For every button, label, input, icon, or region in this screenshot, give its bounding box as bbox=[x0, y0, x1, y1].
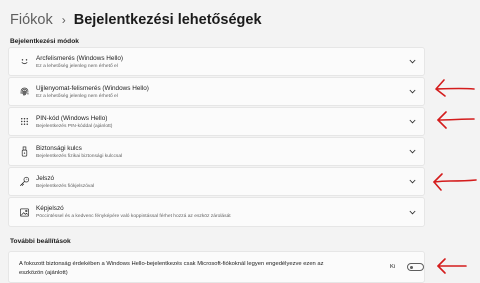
pin-row[interactable]: PIN-kód (Windows Hello) Bejelentkezés PI… bbox=[8, 107, 425, 136]
security-key-subtitle: Bejelentkezés fizikai biztonsági kulccsa… bbox=[36, 154, 123, 159]
security-key-row[interactable]: Biztonsági kulcs Bejelentkezés fizikai b… bbox=[8, 137, 425, 166]
face-recognition-row[interactable]: Arcfelismerés (Windows Hello) Ez a lehet… bbox=[8, 47, 425, 76]
picture-password-subtitle: Pöccintéssel és a kedvenc fényképére val… bbox=[36, 214, 231, 219]
toggle-state-label: Ki bbox=[390, 264, 396, 270]
key-icon bbox=[19, 176, 30, 187]
password-subtitle: Bejelentkezés fiókjelszóval bbox=[36, 184, 95, 189]
chevron-down-icon bbox=[409, 119, 416, 124]
signin-methods-heading: Bejelentkezési módok bbox=[10, 38, 79, 45]
annotation-arrow-pin bbox=[437, 111, 475, 129]
face-recognition-icon bbox=[19, 56, 30, 67]
annotation-arrow-toggle bbox=[437, 258, 467, 274]
chevron-down-icon bbox=[409, 149, 416, 154]
security-key-title: Biztonsági kulcs bbox=[36, 145, 82, 152]
password-row[interactable]: Jelszó Bejelentkezés fiókjelszóval bbox=[8, 167, 425, 196]
page-title: Bejelentkezési lehetőségek bbox=[73, 12, 262, 28]
pin-title: PIN-kód (Windows Hello) bbox=[36, 115, 108, 122]
fingerprint-subtitle: Ez a lehetőség jelenleg nem érhető el bbox=[36, 94, 118, 99]
fingerprint-title: Ujjlenyomat-felismerés (Windows Hello) bbox=[36, 85, 149, 92]
windows-hello-only-description: A fokozott biztonság érdekében a Windows… bbox=[19, 261, 324, 276]
windows-hello-only-toggle[interactable] bbox=[407, 263, 424, 271]
pin-keypad-icon bbox=[19, 116, 30, 127]
chevron-down-icon bbox=[409, 179, 416, 184]
chevron-down-icon bbox=[409, 210, 416, 215]
breadcrumb-parent-link[interactable]: Fiókok bbox=[10, 12, 53, 28]
face-recognition-subtitle: Ez a lehetőség jelenleg nem érhető el bbox=[36, 64, 118, 69]
password-title: Jelszó bbox=[36, 175, 55, 182]
additional-settings-heading: További beállítások bbox=[10, 238, 71, 245]
pin-subtitle: Bejelentkezés PIN-kóddal (ajánlott) bbox=[36, 124, 113, 129]
fingerprint-icon bbox=[19, 86, 30, 97]
toggle-knob bbox=[410, 265, 413, 269]
breadcrumb-separator: › bbox=[61, 13, 66, 27]
picture-password-row[interactable]: Képjelszó Pöccintéssel és a kedvenc fény… bbox=[8, 197, 425, 227]
annotation-arrow-password bbox=[433, 173, 477, 191]
chevron-down-icon bbox=[409, 59, 416, 64]
face-recognition-title: Arcfelismerés (Windows Hello) bbox=[36, 55, 124, 62]
breadcrumb: Fiókok › Bejelentkezési lehetőségek bbox=[10, 10, 262, 30]
picture-password-icon bbox=[19, 207, 30, 218]
chevron-down-icon bbox=[409, 89, 416, 94]
annotation-arrow-fingerprint bbox=[435, 79, 475, 97]
security-key-icon bbox=[19, 146, 30, 157]
picture-password-title: Képjelszó bbox=[36, 205, 64, 212]
fingerprint-row[interactable]: Ujjlenyomat-felismerés (Windows Hello) E… bbox=[8, 77, 425, 106]
windows-hello-only-setting: A fokozott biztonság érdekében a Windows… bbox=[8, 251, 425, 283]
